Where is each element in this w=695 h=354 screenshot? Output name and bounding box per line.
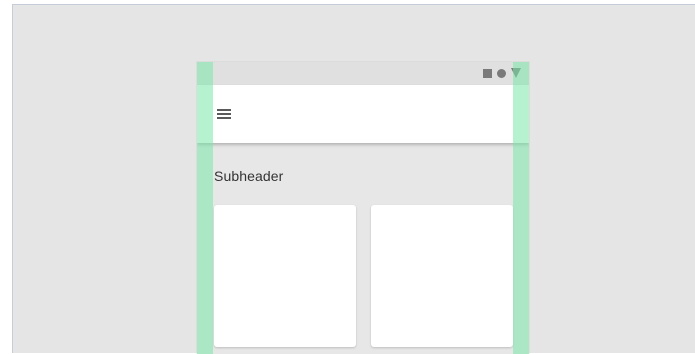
canvas-background: Subheader <box>12 4 695 354</box>
triangle-icon <box>511 68 521 78</box>
subheader: Subheader <box>214 168 284 184</box>
phone-frame: Subheader <box>197 62 529 354</box>
status-icons <box>483 68 521 78</box>
square-icon <box>483 68 492 78</box>
hamburger-menu-icon[interactable] <box>217 109 231 119</box>
status-bar <box>197 62 529 85</box>
card-2[interactable] <box>371 205 513 347</box>
app-bar <box>197 85 529 143</box>
card-1[interactable] <box>214 205 356 347</box>
circle-icon <box>497 68 506 78</box>
